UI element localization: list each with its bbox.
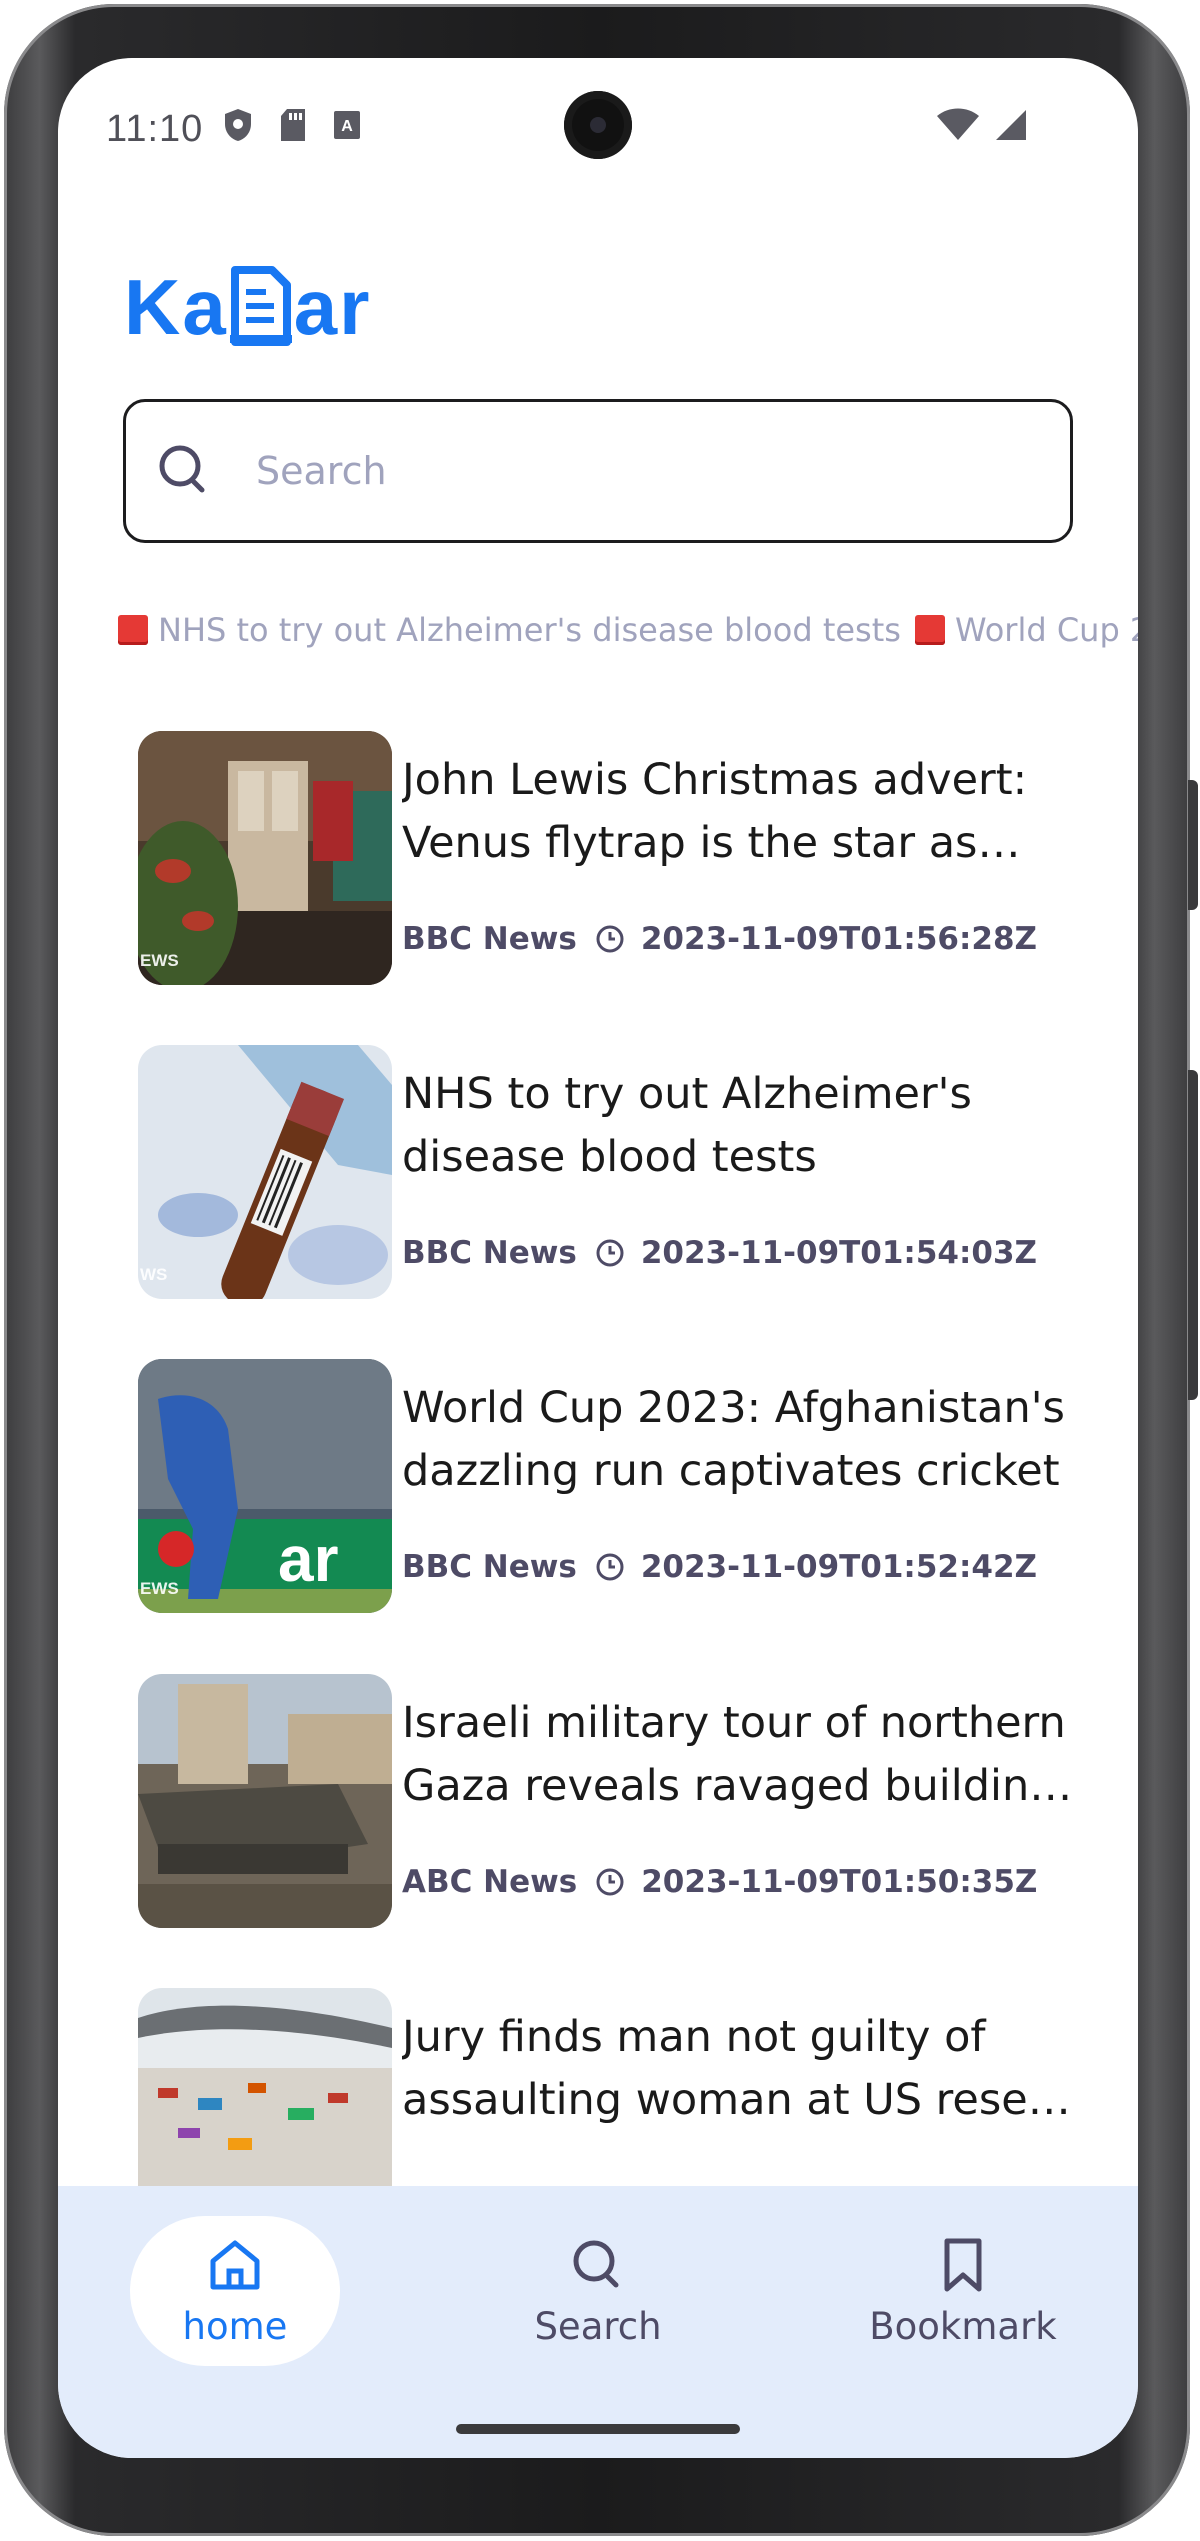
bottom-navigation: home Search Bookmark xyxy=(58,2186,1138,2458)
news-thumbnail xyxy=(138,1674,392,1928)
clock-icon xyxy=(596,1868,624,1896)
news-item[interactable]: EWS John Lewis Christmas advert: Venus f… xyxy=(138,731,1098,985)
search-icon xyxy=(573,2240,619,2287)
news-meta: BBC News 2023-11-09T01:54:03Z xyxy=(402,1235,1037,1271)
nav-search[interactable]: Search xyxy=(493,2216,703,2366)
news-meta: BBC News 2023-11-09T01:52:42Z xyxy=(402,1549,1037,1585)
clock-icon xyxy=(596,925,624,953)
side-button xyxy=(1188,780,1198,910)
bookmark-icon xyxy=(944,2238,982,2291)
nav-home[interactable]: home xyxy=(130,2216,340,2366)
nav-search-label: Search xyxy=(534,2304,662,2348)
thumbnail-watermark: WS xyxy=(140,1265,168,1284)
news-timestamp: 2023-11-09T01:50:35Z xyxy=(641,1864,1038,1900)
news-title[interactable]: John Lewis Christmas advert: Venus flytr… xyxy=(402,749,1092,875)
news-item[interactable]: Israeli military tour of northern Gaza r… xyxy=(138,1674,1098,1928)
nav-home-label: home xyxy=(182,2304,288,2348)
news-thumbnail xyxy=(138,1988,392,2186)
news-thumbnail: ar EWS xyxy=(138,1359,392,1613)
news-item[interactable]: Jury finds man not guilty of assaulting … xyxy=(138,1988,1098,2186)
home-indicator[interactable] xyxy=(456,2424,740,2434)
news-thumbnail: EWS xyxy=(138,731,392,985)
clock-icon xyxy=(596,1239,624,1267)
svg-text:ar: ar xyxy=(278,1523,339,1595)
volume-button xyxy=(1188,1070,1198,1400)
news-source: BBC News xyxy=(402,1235,577,1271)
clock-icon xyxy=(596,1553,624,1581)
news-title[interactable]: Jury finds man not guilty of assaulting … xyxy=(402,2006,1092,2132)
news-source: ABC News xyxy=(402,1864,578,1900)
device: 11:10 A Ka ar Search NHS to try out Alzh… xyxy=(0,0,1200,2541)
news-item[interactable]: ar EWS World Cup 2023: Afghanistan's daz… xyxy=(138,1359,1098,1613)
nav-bookmark-label: Bookmark xyxy=(869,2304,1057,2348)
news-timestamp: 2023-11-09T01:54:03Z xyxy=(640,1235,1037,1271)
news-source: BBC News xyxy=(402,921,577,957)
news-thumbnail: WS xyxy=(138,1045,392,1299)
thumbnail-watermark: EWS xyxy=(140,951,179,970)
news-title[interactable]: NHS to try out Alzheimer's disease blood… xyxy=(402,1063,1092,1189)
news-timestamp: 2023-11-09T01:52:42Z xyxy=(640,1549,1037,1585)
news-meta: ABC News 2023-11-09T01:50:35Z xyxy=(402,1864,1037,1900)
screen: 11:10 A Ka ar Search NHS to try out Alzh… xyxy=(58,58,1138,2458)
news-title[interactable]: Israeli military tour of northern Gaza r… xyxy=(402,1692,1092,1818)
thumbnail-watermark: EWS xyxy=(140,1579,179,1598)
nav-bookmark[interactable]: Bookmark xyxy=(858,2216,1068,2366)
news-title[interactable]: World Cup 2023: Afghanistan's dazzling r… xyxy=(402,1377,1092,1503)
news-timestamp: 2023-11-09T01:56:28Z xyxy=(640,921,1037,957)
home-icon xyxy=(210,2240,260,2289)
news-source: BBC News xyxy=(402,1549,577,1585)
news-list: EWS John Lewis Christmas advert: Venus f… xyxy=(58,58,1138,2186)
news-meta: BBC News 2023-11-09T01:56:28Z xyxy=(402,921,1037,957)
news-item[interactable]: WS NHS to try out Alzheimer's disease bl… xyxy=(138,1045,1098,1299)
